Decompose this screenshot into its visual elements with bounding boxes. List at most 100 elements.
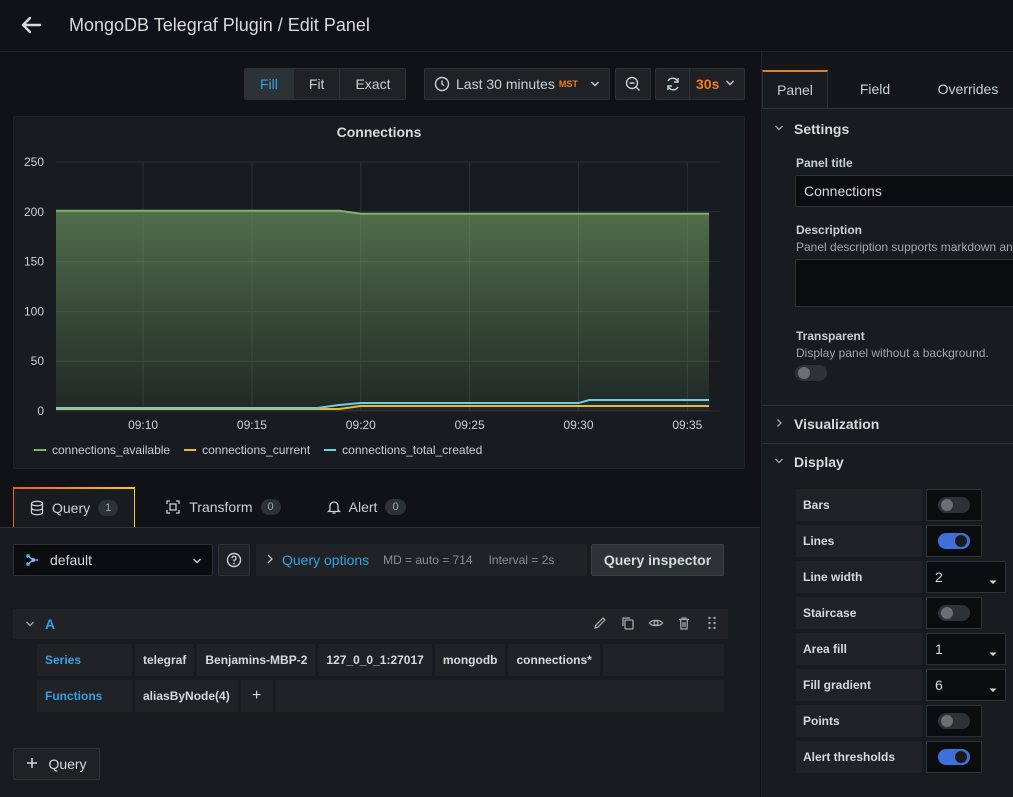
- function-segment[interactable]: aliasByNode(4): [135, 680, 238, 712]
- refresh-interval-value: 30s: [696, 76, 720, 92]
- transparent-switch[interactable]: [795, 365, 827, 384]
- display-row-label: Points: [796, 705, 922, 737]
- x-tick-label: 09:15: [237, 418, 267, 432]
- display-row-bars: Bars: [796, 489, 1013, 521]
- chevron-down-icon[interactable]: [25, 617, 35, 632]
- tab-overrides[interactable]: Overrides: [922, 70, 1013, 108]
- display-select[interactable]: 2: [926, 561, 1006, 593]
- options-body: Settings Panel title Connections Descrip…: [762, 108, 1013, 797]
- display-select[interactable]: 6: [926, 669, 1006, 701]
- toggle-switch[interactable]: [938, 497, 970, 513]
- pencil-icon[interactable]: [592, 615, 608, 631]
- legend-label: connections_total_created: [342, 443, 483, 457]
- series-segment[interactable]: Benjamins-MBP-2: [197, 644, 316, 676]
- tab-transform[interactable]: Transform 0: [135, 487, 296, 527]
- chevron-down-icon: [725, 76, 735, 93]
- legend-item-connections-available[interactable]: connections_available: [34, 443, 170, 457]
- refresh-button[interactable]: [656, 69, 690, 99]
- switch-container: [926, 705, 982, 737]
- visualization-section-header[interactable]: Visualization: [774, 416, 879, 432]
- toggle-switch[interactable]: [938, 749, 970, 765]
- refresh-interval-select[interactable]: 30s: [690, 76, 744, 93]
- display-section-header[interactable]: Display: [774, 454, 844, 470]
- description-textarea[interactable]: [795, 259, 1013, 307]
- display-row-label: Lines: [796, 525, 922, 557]
- description-hint: Panel description supports markdown and …: [796, 240, 1013, 254]
- datasource-value: default: [50, 552, 93, 568]
- chart-legend: connections_available connections_curren…: [34, 443, 482, 457]
- tab-query-label: Query: [52, 500, 91, 516]
- y-tick-label: 100: [24, 304, 44, 318]
- add-query-label: Query: [48, 756, 87, 772]
- series-segment[interactable]: 127_0_0_1:27017: [318, 644, 432, 676]
- tab-alert[interactable]: Alert 0: [297, 487, 422, 527]
- query-options[interactable]: Query options MD = auto = 714 Interval =…: [256, 544, 587, 576]
- tab-field[interactable]: Field: [828, 70, 922, 108]
- top-bar: MongoDB Telegraf Plugin / Edit Panel: [0, 0, 1013, 52]
- display-row-line-width: Line width 2: [796, 561, 1013, 593]
- switch-knob: [941, 715, 953, 727]
- panel-title-input[interactable]: Connections: [795, 175, 1013, 207]
- chevron-right-icon: [266, 553, 274, 568]
- series-add-segment[interactable]: [602, 644, 724, 676]
- eye-icon[interactable]: [648, 615, 664, 631]
- switch-container: [926, 741, 982, 773]
- datasource-select[interactable]: default: [13, 544, 213, 576]
- legend-item-connections-current[interactable]: connections_current: [184, 443, 310, 457]
- toggle-switch[interactable]: [938, 713, 970, 729]
- toggle-switch[interactable]: [795, 365, 827, 381]
- zoom-out-button[interactable]: [615, 68, 651, 100]
- clock-icon: [434, 76, 450, 92]
- exact-button[interactable]: Exact: [340, 69, 405, 99]
- settings-section-header[interactable]: Settings: [774, 121, 849, 137]
- tab-panel[interactable]: Panel: [762, 70, 828, 108]
- toggle-switch[interactable]: [938, 605, 970, 621]
- display-title: Display: [794, 454, 844, 470]
- series-segment[interactable]: telegraf: [135, 644, 195, 676]
- y-tick-label: 250: [24, 155, 44, 169]
- display-select[interactable]: 1: [926, 633, 1006, 665]
- functions-label: Functions: [37, 680, 132, 712]
- switch-knob: [955, 535, 967, 547]
- tab-query[interactable]: Query 1: [13, 487, 136, 527]
- tab-query-count: 1: [98, 500, 119, 516]
- y-tick-label: 0: [37, 404, 44, 418]
- series-segment[interactable]: connections*: [508, 644, 600, 676]
- options-tabs: Panel Field Overrides: [762, 70, 1013, 108]
- fill-button[interactable]: Fill: [245, 69, 294, 99]
- question-circle-icon: [226, 552, 242, 568]
- query-inspector-button[interactable]: Query inspector: [591, 544, 724, 576]
- display-row-label: Fill gradient: [796, 669, 922, 701]
- caret-down-icon: [989, 573, 997, 589]
- x-tick-label: 09:25: [455, 418, 485, 432]
- tab-transform-count: 0: [260, 499, 281, 515]
- panel-title-label: Panel title: [796, 156, 853, 170]
- series-row: Series telegraf Benjamins-MBP-2 127_0_0_…: [37, 644, 724, 676]
- display-select-value: 6: [935, 677, 943, 693]
- query-row-header[interactable]: A: [13, 609, 728, 639]
- database-icon: [30, 500, 44, 516]
- copy-icon[interactable]: [620, 615, 636, 631]
- display-row-label: Staircase: [796, 597, 922, 629]
- display-select-value: 2: [935, 569, 943, 585]
- drag-handle-icon[interactable]: [704, 615, 720, 631]
- caret-down-icon: [989, 645, 997, 661]
- graphite-icon: [26, 554, 38, 566]
- trash-icon[interactable]: [676, 615, 692, 631]
- series-segment[interactable]: mongodb: [434, 644, 506, 676]
- back-arrow-icon[interactable]: [18, 12, 44, 38]
- add-query-button[interactable]: Query: [13, 748, 100, 780]
- help-button[interactable]: [218, 544, 250, 576]
- plus-icon: [26, 756, 38, 772]
- fit-button[interactable]: Fit: [294, 69, 341, 99]
- switch-knob: [941, 499, 953, 511]
- add-function-button[interactable]: +: [240, 680, 273, 712]
- functions-fill: [275, 680, 724, 712]
- legend-item-connections-total-created[interactable]: connections_total_created: [324, 443, 482, 457]
- toggle-switch[interactable]: [938, 533, 970, 549]
- legend-swatch: [34, 449, 46, 451]
- display-row-points: Points: [796, 705, 1013, 737]
- description-label: Description: [796, 223, 863, 237]
- caret-down-icon: [989, 681, 997, 697]
- time-range-picker[interactable]: Last 30 minutes MST: [424, 68, 610, 100]
